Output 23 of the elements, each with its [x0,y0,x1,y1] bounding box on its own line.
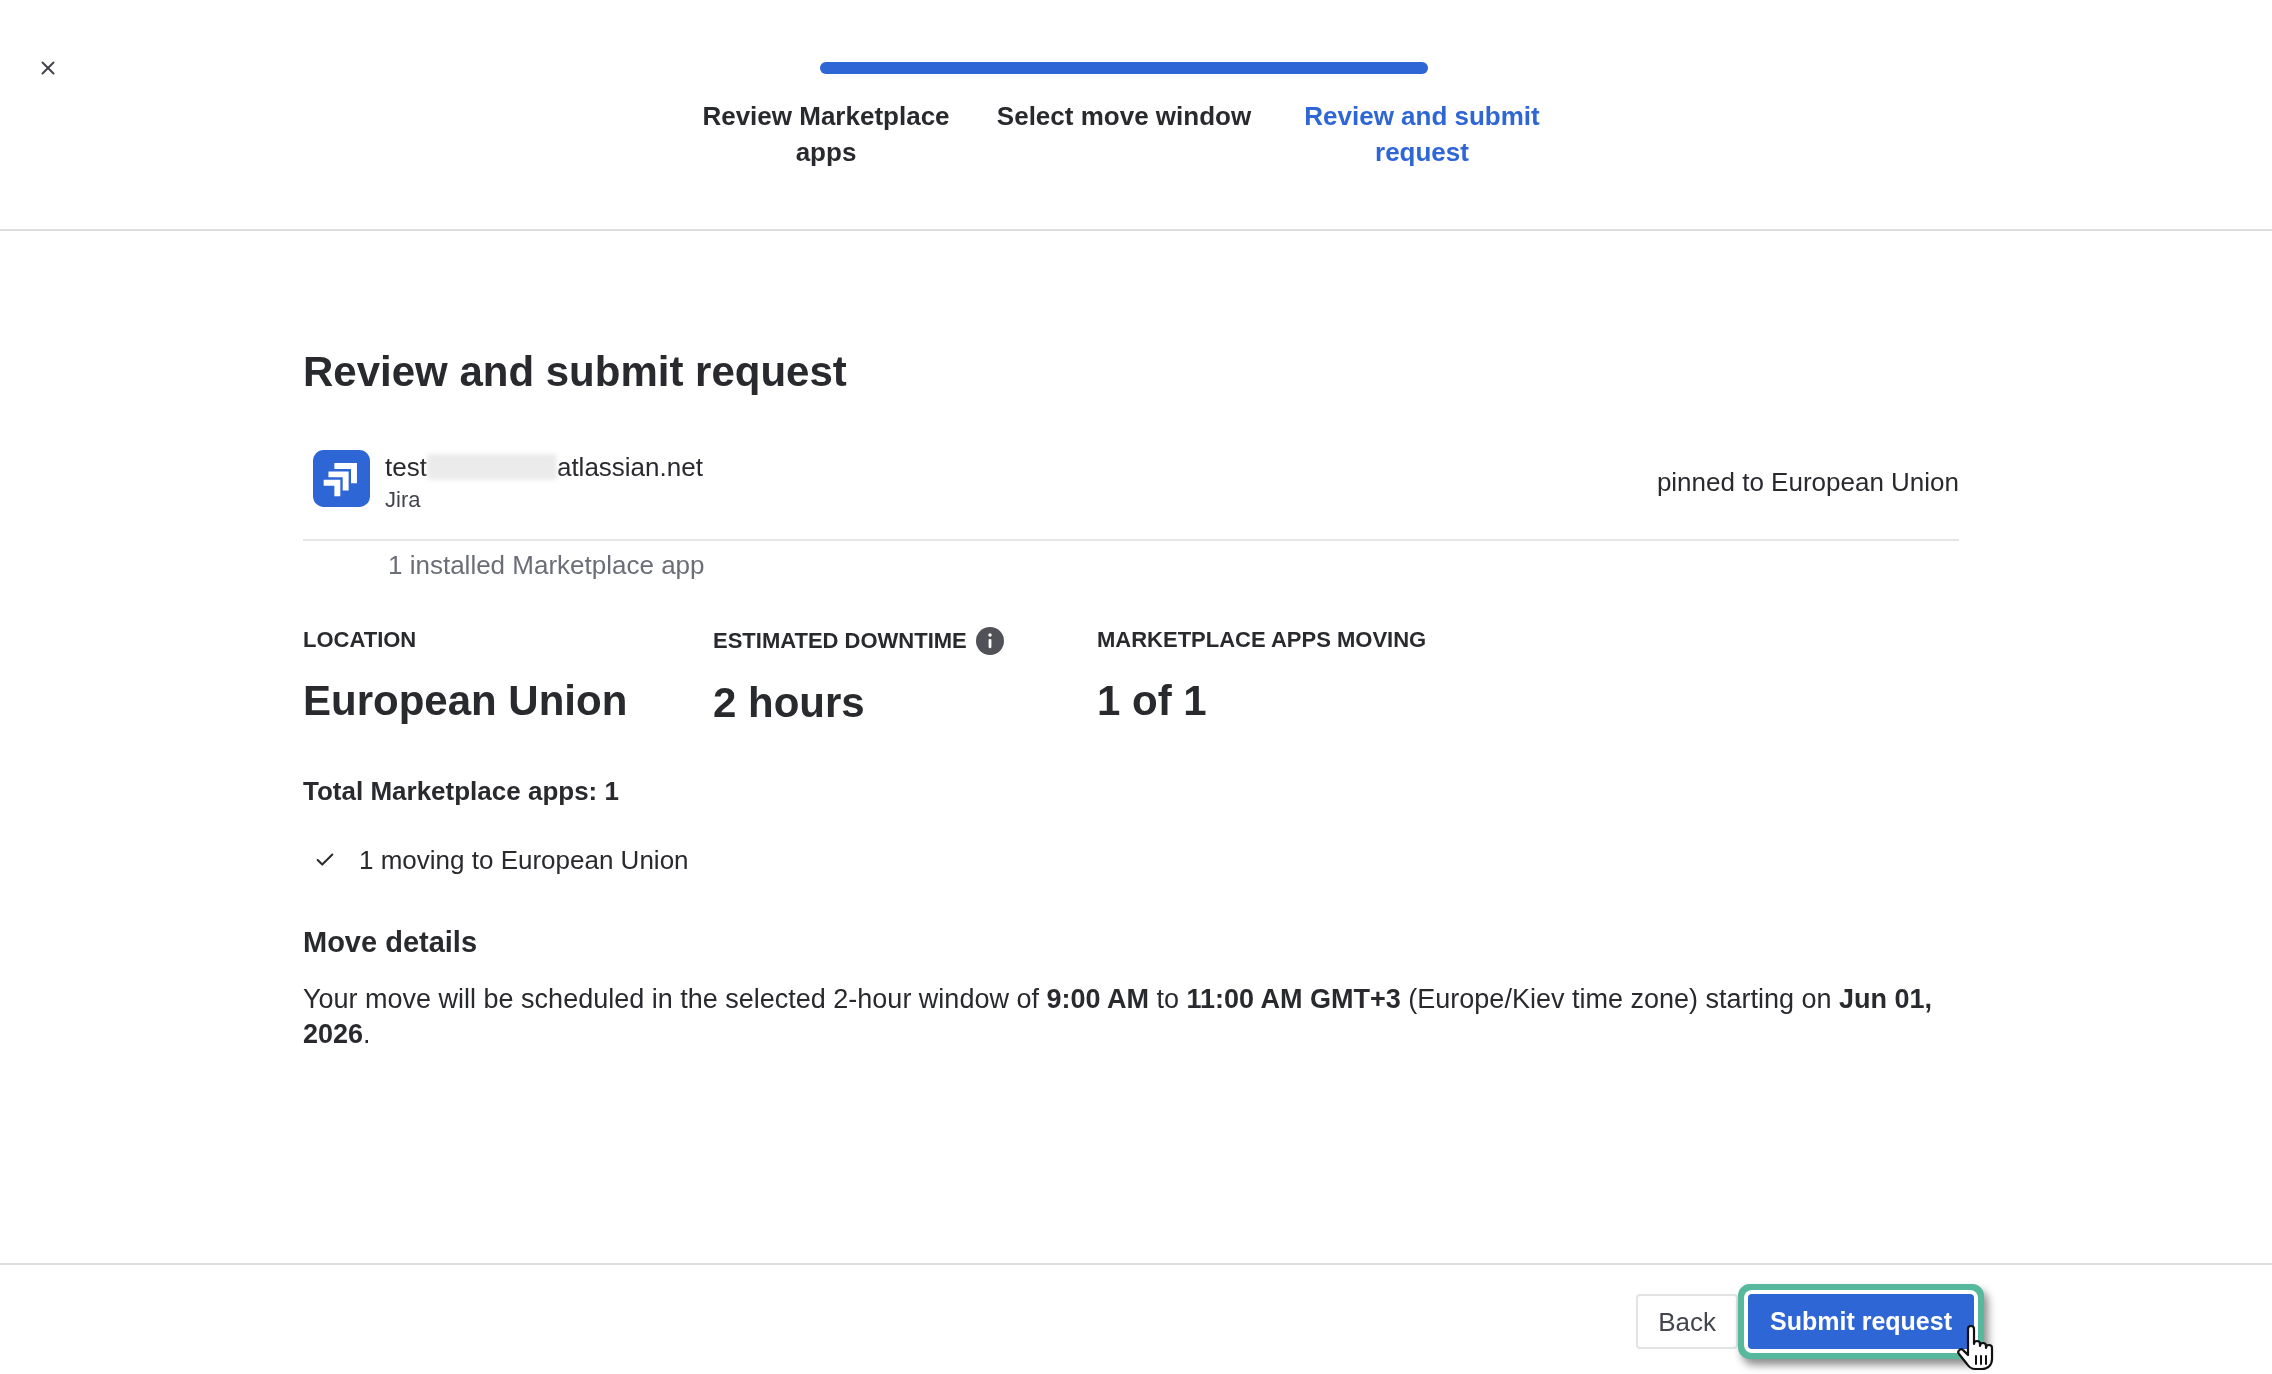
page-title: Review and submit request [303,347,848,397]
section-title: Move details [303,925,479,959]
stat-label: ESTIMATED DOWNTIME [713,628,967,654]
stat-value: 2 hours [713,678,865,728]
stat-label: MARKETPLACE APPS MOVING [1097,627,1427,653]
hand-cursor-icon [1956,1324,1996,1371]
step-label[interactable]: Review and submit request [1289,98,1555,170]
pinned-region: pinned to European Union [1656,465,1959,498]
back-button[interactable]: Back [1636,1294,1738,1349]
step-label[interactable]: Review Marketplace apps [693,98,959,170]
installed-apps-count: 1 installed Marketplace app [388,550,705,580]
site-name: test [385,451,427,483]
info-icon[interactable] [975,627,1004,655]
stat-value: 1 of 1 [1097,676,1207,726]
step-label[interactable]: Select move window [996,98,1252,170]
product-name: Jira [385,487,422,513]
site-domain: atlassian.net [556,451,703,483]
stat-label: LOCATION [303,627,417,653]
summary-item: 1 moving to European Union [359,845,689,875]
summary-title: Total Marketplace apps: 1 [303,776,619,806]
move-details-text: Your move will be scheduled in the selected 2-hour window of 9:00 AM to 11:00 AM GMT+3 (Europe/Kiev time zone) starting on Jun 01, 2026. [303,983,1934,1051]
jira-logo-icon [313,450,370,507]
stat-value: European Union [303,676,628,726]
